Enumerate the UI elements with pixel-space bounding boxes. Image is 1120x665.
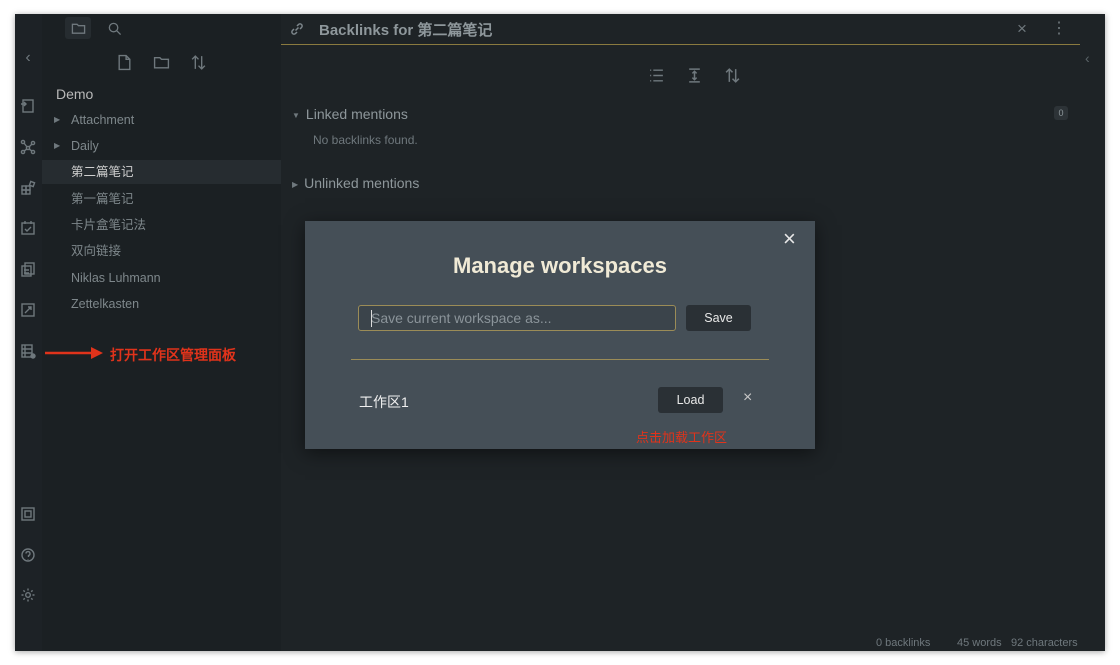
more-options-icon[interactable]: ⋮: [1051, 18, 1067, 38]
settings-icon[interactable]: [19, 586, 37, 604]
close-pane-icon[interactable]: ×: [1017, 19, 1027, 39]
new-note-icon[interactable]: [113, 50, 135, 74]
link-icon: [289, 21, 305, 37]
chevron-down-icon: ▼: [292, 110, 300, 120]
graph-view-icon[interactable]: [19, 138, 37, 156]
collapse-left-icon[interactable]: ‹: [19, 49, 37, 67]
status-words: 45 words: [957, 637, 1002, 649]
pane-header: Backlinks for 第二篇笔记 × ⋮: [281, 14, 1080, 45]
folder-label: Daily: [71, 139, 99, 153]
file-explorer-sidebar: Demo ▶ Attachment ▶ Daily 第二篇笔记 第一篇笔记 卡片…: [42, 14, 281, 651]
unlinked-mentions-header[interactable]: ▶ Unlinked mentions: [292, 175, 419, 191]
vault-switch-icon[interactable]: [19, 505, 37, 523]
divider: [351, 359, 769, 360]
file-label: 第二篇笔记: [71, 165, 134, 179]
sort-icon[interactable]: [187, 50, 209, 74]
annotation-arrow-icon: [45, 347, 103, 359]
file-label: 第一篇笔记: [71, 192, 134, 206]
status-backlinks: 0 backlinks: [876, 637, 931, 649]
calendar-icon[interactable]: [19, 301, 37, 319]
collapse-right-icon[interactable]: ‹: [1085, 50, 1090, 66]
folder-item[interactable]: ▶ Daily: [42, 134, 281, 158]
sidebar-tabs: [42, 14, 281, 42]
chevron-right-icon: ▶: [292, 179, 299, 189]
chevron-right-icon: ▶: [54, 141, 61, 150]
close-icon[interactable]: ×: [783, 228, 796, 250]
file-label: 双向链接: [71, 244, 122, 258]
tab-file-explorer[interactable]: [65, 17, 91, 39]
daily-note-icon[interactable]: [19, 219, 37, 237]
open-vault-icon[interactable]: [19, 97, 37, 115]
file-label: Zettelkasten: [71, 297, 140, 311]
save-button[interactable]: Save: [686, 305, 751, 331]
vault-name: Demo: [56, 86, 94, 102]
file-item[interactable]: 卡片盒笔记法: [42, 213, 281, 237]
new-folder-icon[interactable]: [150, 50, 172, 74]
workspaces-icon[interactable]: [19, 342, 37, 360]
no-backlinks-message: No backlinks found.: [313, 133, 418, 147]
chevron-right-icon: ▶: [54, 115, 61, 124]
file-item[interactable]: Niklas Luhmann: [42, 266, 281, 290]
file-item[interactable]: 第一篇笔记: [42, 187, 281, 211]
file-item-active[interactable]: 第二篇笔记: [42, 160, 281, 184]
workspace-name-input[interactable]: [358, 305, 676, 331]
folder-item[interactable]: ▶ Attachment: [42, 108, 281, 132]
annotation-open-panel: 打开工作区管理面板: [110, 347, 236, 363]
ribbon: ‹: [15, 14, 43, 651]
linked-mentions-label: Linked mentions: [305, 106, 408, 122]
remove-workspace-icon[interactable]: ×: [743, 389, 752, 407]
linked-count-badge: 0: [1054, 106, 1068, 120]
sort-order-icon[interactable]: [721, 64, 743, 86]
status-bar: 0 backlinks 45 words 92 characters: [281, 636, 1105, 651]
folder-label: Attachment: [71, 113, 135, 127]
file-label: 卡片盒笔记法: [71, 218, 147, 232]
tab-search[interactable]: [101, 17, 127, 39]
help-icon[interactable]: [19, 546, 37, 564]
templates-icon[interactable]: [19, 260, 37, 278]
file-item[interactable]: 双向链接: [42, 239, 281, 263]
load-button[interactable]: Load: [658, 387, 723, 413]
manage-workspaces-modal: × Manage workspaces Save 工作区1 Load × 点击加…: [305, 221, 815, 449]
text-cursor: [371, 310, 372, 327]
pane-title: Backlinks for 第二篇笔记: [319, 22, 493, 39]
file-label: Niklas Luhmann: [71, 271, 161, 285]
modal-title: Manage workspaces: [453, 253, 667, 278]
annotation-click-load: 点击加载工作区: [636, 430, 728, 445]
status-characters: 92 characters: [1011, 637, 1078, 649]
unlinked-mentions-label: Unlinked mentions: [304, 175, 420, 191]
workspace-name: 工作区1: [359, 394, 409, 410]
linked-mentions-header[interactable]: ▼ Linked mentions: [292, 106, 408, 122]
show-context-icon[interactable]: [683, 64, 705, 86]
file-item[interactable]: Zettelkasten: [42, 292, 281, 316]
collapse-results-icon[interactable]: [645, 64, 667, 86]
plugins-icon[interactable]: [19, 178, 37, 196]
file-explorer-toolbar: [42, 50, 281, 76]
